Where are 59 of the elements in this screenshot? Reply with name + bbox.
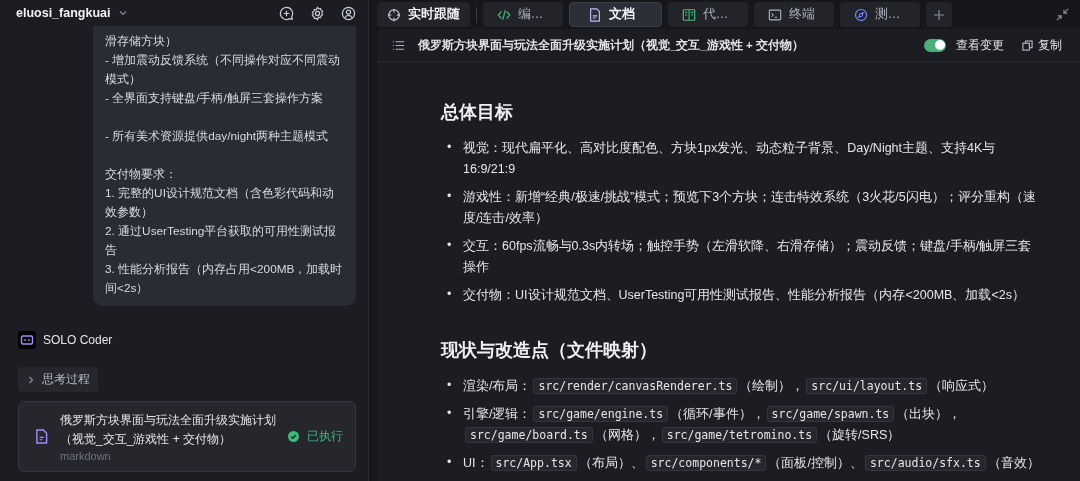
agent-name: SOLO Coder xyxy=(43,333,113,347)
add-tab-button[interactable] xyxy=(926,2,952,27)
message-line: 2. 通过UserTesting平台获取的可用性测试报告 xyxy=(105,223,338,259)
section-heading: 总体目标 xyxy=(441,101,514,124)
robot-icon xyxy=(18,331,36,349)
message-line: - 所有美术资源提供day/night两种主题模式 xyxy=(105,128,330,145)
copy-button[interactable]: 复制 xyxy=(1022,36,1062,54)
new-chat-icon[interactable] xyxy=(279,5,294,21)
bullet-marker: • xyxy=(447,237,453,254)
bullet-item: 引擎/逻辑： src/game/engine.ts （循环/事件）， src/game/spawn.ts （出块）， src/game/board.ts （网格）， src/game/tetromino.ts （旋转/SRS） xyxy=(463,405,963,445)
message-line: - 增加震动反馈系统（不同操作对应不同震动模式） xyxy=(105,52,342,88)
bullet-marker: • xyxy=(447,454,453,471)
bullet-marker: • xyxy=(447,377,453,394)
bullet-item: 渲染/布局： src/render/canvasRenderer.ts （绘制）， src/ui/layout.ts （响应式） xyxy=(463,377,996,396)
collapse-icon[interactable] xyxy=(1055,7,1070,22)
bullet-marker: • xyxy=(447,188,453,205)
terminal-icon xyxy=(768,7,782,22)
chevron-down-icon[interactable] xyxy=(118,8,129,18)
status-label: 已执行 xyxy=(307,428,343,445)
tab[interactable]: 编... xyxy=(483,2,563,27)
tab[interactable]: 终端 xyxy=(754,2,834,27)
document-icon xyxy=(35,429,48,444)
copy-icon xyxy=(1022,39,1033,51)
document-icon xyxy=(588,7,602,22)
project-name[interactable]: eluosi_fangkuai xyxy=(16,6,111,20)
message-line: 交付物要求： xyxy=(105,166,178,183)
account-icon[interactable] xyxy=(341,5,356,21)
bullet-item: 交互：60fps流畅与0.3s内转场；触控手势（左滑软降、右滑存储）；震动反馈；键盘/手柄/触屏三套操作 xyxy=(463,238,1033,276)
code-icon xyxy=(497,7,511,22)
tab[interactable]: 实时跟随 xyxy=(377,2,470,27)
bullet-marker: • xyxy=(447,286,453,303)
bullet-item: UI： src/App.tsx （布局）、 src/components/* （面板/控制）、 src/audio/sfx.ts （音效） xyxy=(463,454,1040,473)
artifact-type: markdown xyxy=(60,450,112,462)
bullet-item: 视觉：现代扁平化、高对比度配色、方块1px发光、动态粒子背景、Day/Night主题、支持4K与16:9/21:9 xyxy=(463,140,997,178)
tab[interactable]: 测... xyxy=(840,2,920,27)
settings-icon[interactable] xyxy=(310,5,325,21)
show-changes-toggle[interactable] xyxy=(924,38,946,52)
tab[interactable]: 文档 xyxy=(569,2,662,27)
message-line: 3. 性能分析报告（内存占用<200MB，加载时间<2s） xyxy=(105,261,344,297)
bullet-item: 交付物：UI设计规范文档、UserTesting可用性测试报告、性能分析报告（内存<200MB、加载<2s） xyxy=(463,287,1026,304)
bullet-item: 游戏性：新增“经典/极速/挑战”模式；预览下3个方块；连击特效系统（3火花/5闪电）；评分重构（速度/连击/效率） xyxy=(463,189,1037,227)
artifact-card[interactable]: 俄罗斯方块界面与玩法全面升级实施计划（视觉_交互_游戏性 + 交付物） markdown 已执行 xyxy=(18,401,356,472)
book-icon xyxy=(682,7,696,22)
compass-icon xyxy=(854,7,868,22)
chevron-icon xyxy=(26,374,36,385)
plus-icon xyxy=(933,8,945,21)
artifact-title: 俄罗斯方块界面与玩法全面升级实施计划（视觉_交互_游戏性 + 交付物） xyxy=(60,412,277,448)
message-line: 1. 完整的UI设计规范文档（含色彩代码和动效参数） xyxy=(105,185,335,221)
check-circle-icon xyxy=(288,431,299,442)
bullet-marker: • xyxy=(447,139,453,156)
tab[interactable]: 代... xyxy=(668,2,748,27)
section-heading: 现状与改造点（文件映射） xyxy=(441,339,658,362)
bullet-marker: • xyxy=(447,405,453,422)
message-line: 滑存储方块） xyxy=(105,33,178,50)
crosshair-icon xyxy=(387,7,401,22)
document-title: 俄罗斯方块界面与玩法全面升级实施计划（视觉_交互_游戏性 + 交付物） xyxy=(418,37,804,53)
message-line: - 全界面支持键盘/手柄/触屏三套操作方案 xyxy=(105,90,324,107)
thinking-toggle[interactable]: 思考过程 xyxy=(18,367,98,392)
toggle-label: 查看变更 xyxy=(956,36,1004,54)
